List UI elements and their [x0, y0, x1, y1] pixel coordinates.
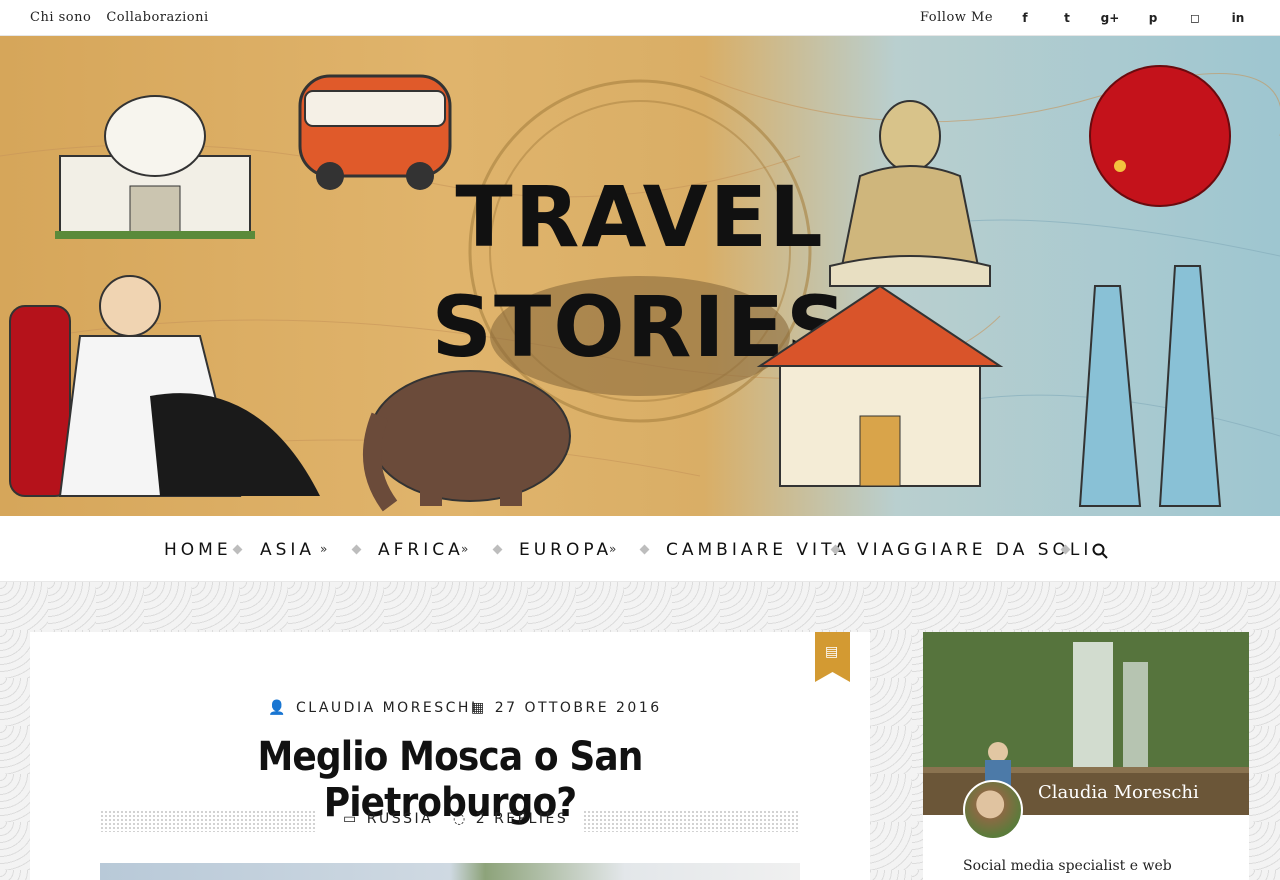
traveler-illustration [9, 275, 320, 497]
post-category[interactable]: ▭ RUSSIA [343, 811, 433, 827]
hibiscus-illustration [1089, 65, 1231, 207]
nav-separator [232, 544, 243, 555]
nav-asia[interactable]: ASIA [260, 540, 315, 560]
post-replies-text[interactable]: 2 REPLIES [476, 811, 569, 827]
main-nav: HOME ASIA » AFRICA » EUROPA » CAMBIARE V… [0, 516, 1280, 582]
facebook-icon[interactable]: f [1015, 8, 1035, 28]
elephant-illustration [363, 370, 571, 512]
van-illustration [298, 74, 452, 190]
petronas-towers-illustration [1078, 265, 1222, 507]
google-plus-icon[interactable]: g+ [1100, 8, 1120, 28]
nav-separator [639, 544, 650, 555]
linkedin-icon[interactable]: in [1228, 8, 1248, 28]
post-replies[interactable]: ◌ 2 REPLIES [453, 811, 568, 827]
top-bar: Chi sono Collaborazioni Follow Me f t g+… [0, 0, 1280, 36]
nav-viaggiare-da-soli[interactable]: VIAGGIARE DA SOLI [857, 540, 1092, 560]
chevron-down-icon[interactable]: » [461, 542, 468, 556]
follow-label: Follow Me [920, 10, 994, 25]
post-author[interactable]: 👤 CLAUDIA MORESCHI [268, 700, 478, 716]
sidebar-author-name: Claudia Moreschi [1038, 782, 1199, 803]
document-icon: ▤ [825, 644, 839, 660]
nav-separator [351, 544, 362, 555]
sidebar-author-bio: Social media specialist e web [963, 858, 1172, 874]
taj-mahal-illustration [55, 95, 255, 239]
comments-icon: ◌ [453, 811, 468, 827]
divider-right [583, 810, 800, 832]
avatar[interactable] [963, 780, 1023, 840]
chevron-down-icon[interactable]: » [609, 542, 616, 556]
pinterest-icon[interactable]: p [1143, 8, 1163, 28]
instagram-icon[interactable]: ◻ [1185, 8, 1205, 28]
chevron-down-icon[interactable]: » [320, 542, 327, 556]
link-chi-sono[interactable]: Chi sono [30, 10, 91, 25]
nav-cambiare-vita[interactable]: CAMBIARE VITA [666, 540, 850, 560]
nav-separator [492, 544, 503, 555]
post-featured-image[interactable] [100, 863, 800, 880]
post-author-name[interactable]: CLAUDIA MORESCHI [296, 700, 478, 716]
nav-home[interactable]: HOME [164, 540, 232, 560]
top-links: Chi sono Collaborazioni [30, 10, 209, 25]
header-banner[interactable]: TRAVEL STORIES [0, 36, 1280, 516]
logo-travel: TRAVEL [455, 168, 824, 266]
post-date-text: 27 OTTOBRE 2016 [494, 700, 662, 716]
twitter-icon[interactable]: t [1057, 8, 1077, 28]
nav-africa[interactable]: AFRICA [378, 540, 464, 560]
nav-europa[interactable]: EUROPA [519, 540, 612, 560]
link-collaborazioni[interactable]: Collaborazioni [106, 10, 208, 25]
calendar-icon: ▦ [471, 700, 487, 716]
header-illustration: TRAVEL STORIES [0, 65, 1280, 512]
divider-left [100, 810, 317, 832]
buddha-illustration [829, 100, 991, 287]
post-date: ▦ 27 OTTOBRE 2016 [471, 700, 662, 716]
post-category-text[interactable]: RUSSIA [367, 811, 433, 827]
folder-icon: ▭ [343, 811, 359, 827]
user-icon: 👤 [268, 700, 288, 716]
search-icon[interactable] [1092, 543, 1108, 559]
